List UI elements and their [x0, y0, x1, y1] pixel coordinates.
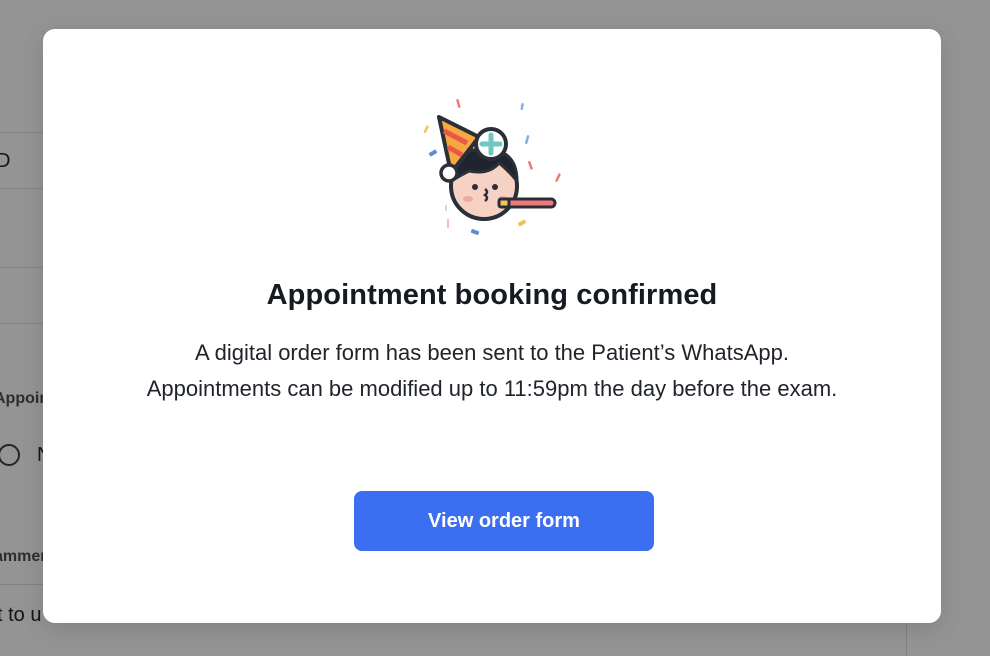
- party-doctor-icon: [423, 98, 561, 235]
- modal-title: Appointment booking confirmed: [266, 279, 718, 311]
- confirmation-modal: Appointment booking confirmed A digital …: [43, 29, 941, 623]
- modal-description: A digital order form has been sent to th…: [146, 340, 838, 401]
- view-order-form-button[interactable]: View order form: [354, 491, 654, 551]
